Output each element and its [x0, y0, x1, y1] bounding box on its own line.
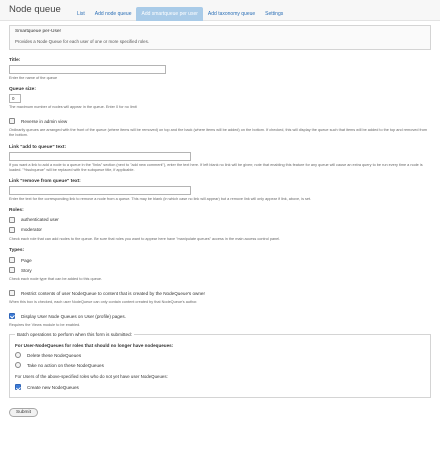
no-action-option[interactable]: Take no action on these NodeQueues [15, 360, 425, 370]
queue-size-input[interactable] [9, 94, 21, 104]
tab-add-taxonomy-queue[interactable]: Add taxonomy queue [203, 7, 260, 21]
batch-operations-legend: Batch operations to perform when this fo… [15, 332, 134, 338]
create-queues-checkbox[interactable] [15, 384, 21, 391]
types-label: Types: [9, 248, 25, 253]
queue-type-title: Smartqueue per-User [15, 29, 62, 34]
reverse-option[interactable]: Reverse in admin view [9, 116, 431, 126]
tab-bar: List Add node queue Add smartqueue per u… [72, 7, 288, 21]
add-link-field: Link "add to queue" text: If you want a … [9, 145, 431, 173]
page-header: Node queue List Add node queue Add smart… [0, 0, 440, 21]
display-profile-description: Requires the Views module to be enabled. [9, 323, 81, 328]
role-authenticated-user-label: authenticated user [21, 217, 59, 223]
create-queues-label: Create new NodeQueues [27, 384, 79, 390]
delete-queues-label: Delete these NodeQueues [27, 352, 82, 358]
new-users-text: For Users of the above-specified roles w… [15, 374, 168, 380]
role-moderator-label: moderator [21, 227, 42, 233]
no-action-label: Take no action on these NodeQueues [27, 362, 104, 368]
tab-add-smartqueue-per-user[interactable]: Add smartqueue per user [136, 7, 203, 21]
restrict-field: Restrict contents of user NodeQueue to c… [9, 288, 431, 305]
queue-type-info: Smartqueue per-User Provides a Node Queu… [9, 25, 431, 50]
roles-description: Check each role that can add nodes to th… [9, 236, 281, 241]
types-field: Types: Page Story Check each node type t… [9, 248, 431, 282]
type-page-checkbox[interactable] [9, 257, 15, 263]
role-authenticated-user-checkbox[interactable] [9, 216, 15, 223]
role-moderator-checkbox[interactable] [9, 226, 15, 233]
page-title: Node queue [9, 4, 61, 15]
tab-settings[interactable]: Settings [260, 7, 288, 21]
roles-label: Roles: [9, 207, 24, 213]
add-link-label: Link "add to queue" text: [9, 144, 67, 150]
tab-add-node-queue[interactable]: Add node queue [90, 7, 137, 21]
queue-size-description: The maximum number of nodes will appear … [9, 105, 137, 110]
role-option-authenticated-user[interactable]: authenticated user [9, 215, 431, 225]
type-option-page[interactable]: Page [9, 255, 431, 265]
title-field: Title: Enter the name of the queue [9, 58, 431, 81]
submit-button[interactable]: Submit [9, 408, 38, 418]
display-profile-label: Display User Node Queues on User (profil… [21, 313, 126, 319]
restrict-label: Restrict contents of user NodeQueue to c… [21, 290, 205, 296]
display-profile-field: Display User Node Queues on User (profil… [9, 311, 431, 328]
roles-field: Roles: authenticated user moderator Chec… [9, 208, 431, 242]
type-option-story[interactable]: Story [9, 265, 431, 275]
add-link-input[interactable] [9, 151, 191, 161]
reverse-description: Ordinarily queues are arranged with the … [9, 128, 428, 138]
restrict-description: When this box is checked, each user Node… [9, 300, 198, 305]
remove-link-field: Link "remove from queue" text: Enter the… [9, 179, 431, 202]
title-description: Enter the name of the queue [9, 76, 58, 80]
create-queues-option[interactable]: Create new NodeQueues [15, 382, 425, 392]
restrict-checkbox[interactable] [9, 290, 15, 297]
batch-operations-fieldset: Batch operations to perform when this fo… [9, 332, 431, 399]
queue-size-label: Queue size: [9, 87, 36, 93]
reverse-label: Reverse in admin view [21, 118, 68, 124]
no-longer-label: For User-NodeQueues for roles that shoul… [15, 343, 174, 349]
display-profile-option[interactable]: Display User Node Queues on User (profil… [9, 311, 431, 321]
role-option-moderator[interactable]: moderator [9, 225, 431, 235]
no-action-radio[interactable] [15, 362, 21, 369]
delete-queues-option[interactable]: Delete these NodeQueues [15, 350, 425, 360]
remove-link-input[interactable] [9, 185, 191, 195]
main-form: Smartqueue per-User Provides a Node Queu… [0, 21, 440, 418]
add-link-description: If you want a link to add a node to a qu… [9, 162, 423, 172]
remove-link-description: Enter the text for the corresponding lin… [9, 196, 312, 201]
type-page-label: Page [21, 257, 32, 263]
reverse-checkbox[interactable] [9, 118, 15, 125]
reverse-field: Reverse in admin view Ordinarily queues … [9, 116, 431, 138]
delete-queues-radio[interactable] [15, 352, 21, 359]
type-story-checkbox[interactable] [9, 267, 15, 273]
queue-size-field: Queue size: The maximum number of nodes … [9, 87, 431, 110]
restrict-option[interactable]: Restrict contents of user NodeQueue to c… [9, 288, 431, 298]
title-input[interactable] [9, 65, 166, 74]
display-profile-checkbox[interactable] [9, 313, 15, 320]
title-label: Title: [9, 58, 21, 63]
types-description: Check each node type that can be added t… [9, 277, 103, 281]
queue-type-description: Provides a Node Queue for each user of o… [15, 39, 149, 44]
type-story-label: Story [21, 267, 32, 273]
tab-list[interactable]: List [72, 7, 90, 21]
remove-link-label: Link "remove from queue" text: [9, 178, 81, 184]
